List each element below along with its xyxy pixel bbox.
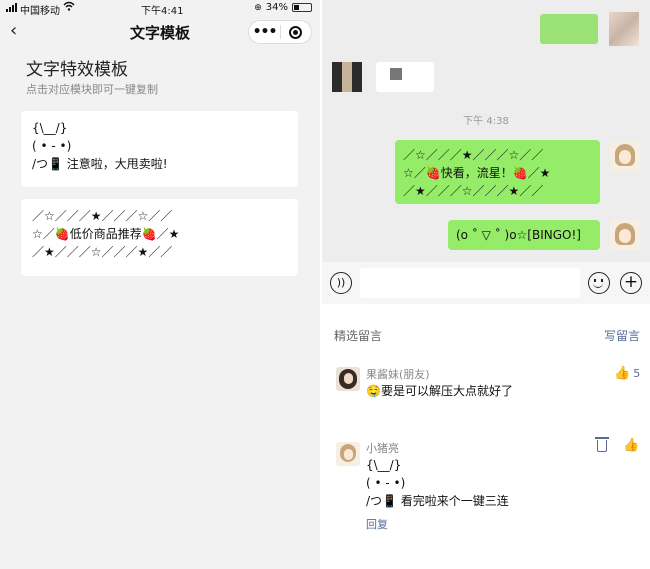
- chat-timestamp: 下午 4:38: [463, 116, 509, 127]
- battery-icon: [292, 3, 312, 12]
- template-card-1[interactable]: {\__/} ( • - •) /つ📱 注意啦，大甩卖啦!: [21, 111, 298, 187]
- blurred-bubble: [376, 62, 434, 92]
- like-count: 5: [633, 367, 641, 380]
- blurred-bubble: [540, 14, 598, 44]
- avatar[interactable]: [610, 220, 640, 250]
- template-line: {\__/}: [32, 121, 68, 135]
- avatar[interactable]: [610, 141, 640, 171]
- plus-icon[interactable]: +: [620, 272, 642, 294]
- chat-input-bar: )) +: [322, 262, 650, 304]
- template-line: /つ📱 注意啦，大甩卖啦!: [32, 157, 168, 171]
- chat-bubble[interactable]: ／☆／／／★／／／☆／／ ☆／🍓快看，流星！🍓／★ ／★／／／☆／／／★／／: [395, 140, 600, 204]
- like-button[interactable]: 👍: [623, 438, 639, 453]
- orientation-lock-icon: ⊕: [254, 2, 262, 13]
- emoji-icon[interactable]: [588, 272, 610, 294]
- page-subtitle: 点击对应模块即可一键复制: [26, 83, 158, 96]
- target-icon: [289, 25, 303, 39]
- commenter-name: 小猪亮: [366, 442, 399, 455]
- template-card-2[interactable]: ／☆／／／★／／／☆／／ ☆／🍓低价商品推荐🍓／★ ／★／／／☆／／／★／／: [21, 199, 298, 276]
- bubble-line: ／★／／／☆／／／★／／: [403, 184, 544, 198]
- voice-icon[interactable]: )): [330, 272, 352, 294]
- chat-bubble[interactable]: (o ˚ ▽ ˚ )o☆[BINGO!]: [448, 220, 600, 250]
- battery-percent: 34%: [265, 2, 288, 13]
- template-page: 中国移动 下午4:41 ⊕ 34% ‹ 文字模板 ••• 文字特效模板 点击对应…: [0, 0, 320, 569]
- chat-and-comments: 下午 4:38 ／☆／／／★／／／☆／／ ☆／🍓快看，流星！🍓／★ ／★／／／☆…: [322, 0, 650, 569]
- comments-header: 精选留言: [334, 329, 383, 343]
- carrier-label: 中国移动: [20, 6, 60, 17]
- template-line: ( • - •): [32, 139, 72, 153]
- blurred-avatar: [332, 62, 362, 92]
- miniprogram-capsule: •••: [248, 20, 312, 44]
- thumbs-up-icon: 👍: [614, 366, 631, 381]
- blurred-avatar: [609, 12, 639, 46]
- comment-text: {\__/} ( • - •) /つ📱 看完啦来个一键三连: [366, 458, 509, 508]
- more-menu-button[interactable]: •••: [249, 24, 280, 40]
- status-bar: 中国移动 下午4:41 ⊕ 34%: [0, 0, 320, 17]
- bubble-line: (o ˚ ▽ ˚ )o☆[BINGO!]: [456, 228, 581, 242]
- avatar: [336, 442, 360, 466]
- status-time: 下午4:41: [141, 6, 184, 17]
- chat-area: 下午 4:38 ／☆／／／★／／／☆／／ ☆／🍓快看，流星！🍓／★ ／★／／／☆…: [322, 0, 650, 262]
- write-comment-link[interactable]: 写留言: [604, 327, 640, 344]
- bubble-line: ☆／🍓快看，流星！🍓／★: [403, 166, 551, 180]
- close-miniprogram-button[interactable]: [281, 25, 311, 39]
- signal-icon: [6, 3, 17, 12]
- avatar: [336, 367, 360, 391]
- commenter-name: 果酱妹(朋友): [366, 368, 430, 381]
- thumbs-up-icon: 👍: [623, 438, 640, 453]
- template-line: ／☆／／／★／／／☆／／: [32, 209, 173, 223]
- template-line: ／★／／／☆／／／★／／: [32, 245, 173, 259]
- wifi-icon: [63, 1, 75, 11]
- comment-text: 🤤要是可以解压大点就好了: [366, 384, 513, 398]
- template-line: ☆／🍓低价商品推荐🍓／★: [32, 227, 180, 241]
- nav-bar: ‹ 文字模板 •••: [0, 16, 320, 46]
- message-input[interactable]: [360, 268, 580, 298]
- bubble-line: ／☆／／／★／／／☆／／: [403, 148, 544, 162]
- reply-link[interactable]: 回复: [366, 516, 388, 532]
- trash-icon[interactable]: [595, 437, 609, 452]
- like-button[interactable]: 👍 5: [614, 366, 640, 381]
- page-title: 文字特效模板: [26, 60, 128, 80]
